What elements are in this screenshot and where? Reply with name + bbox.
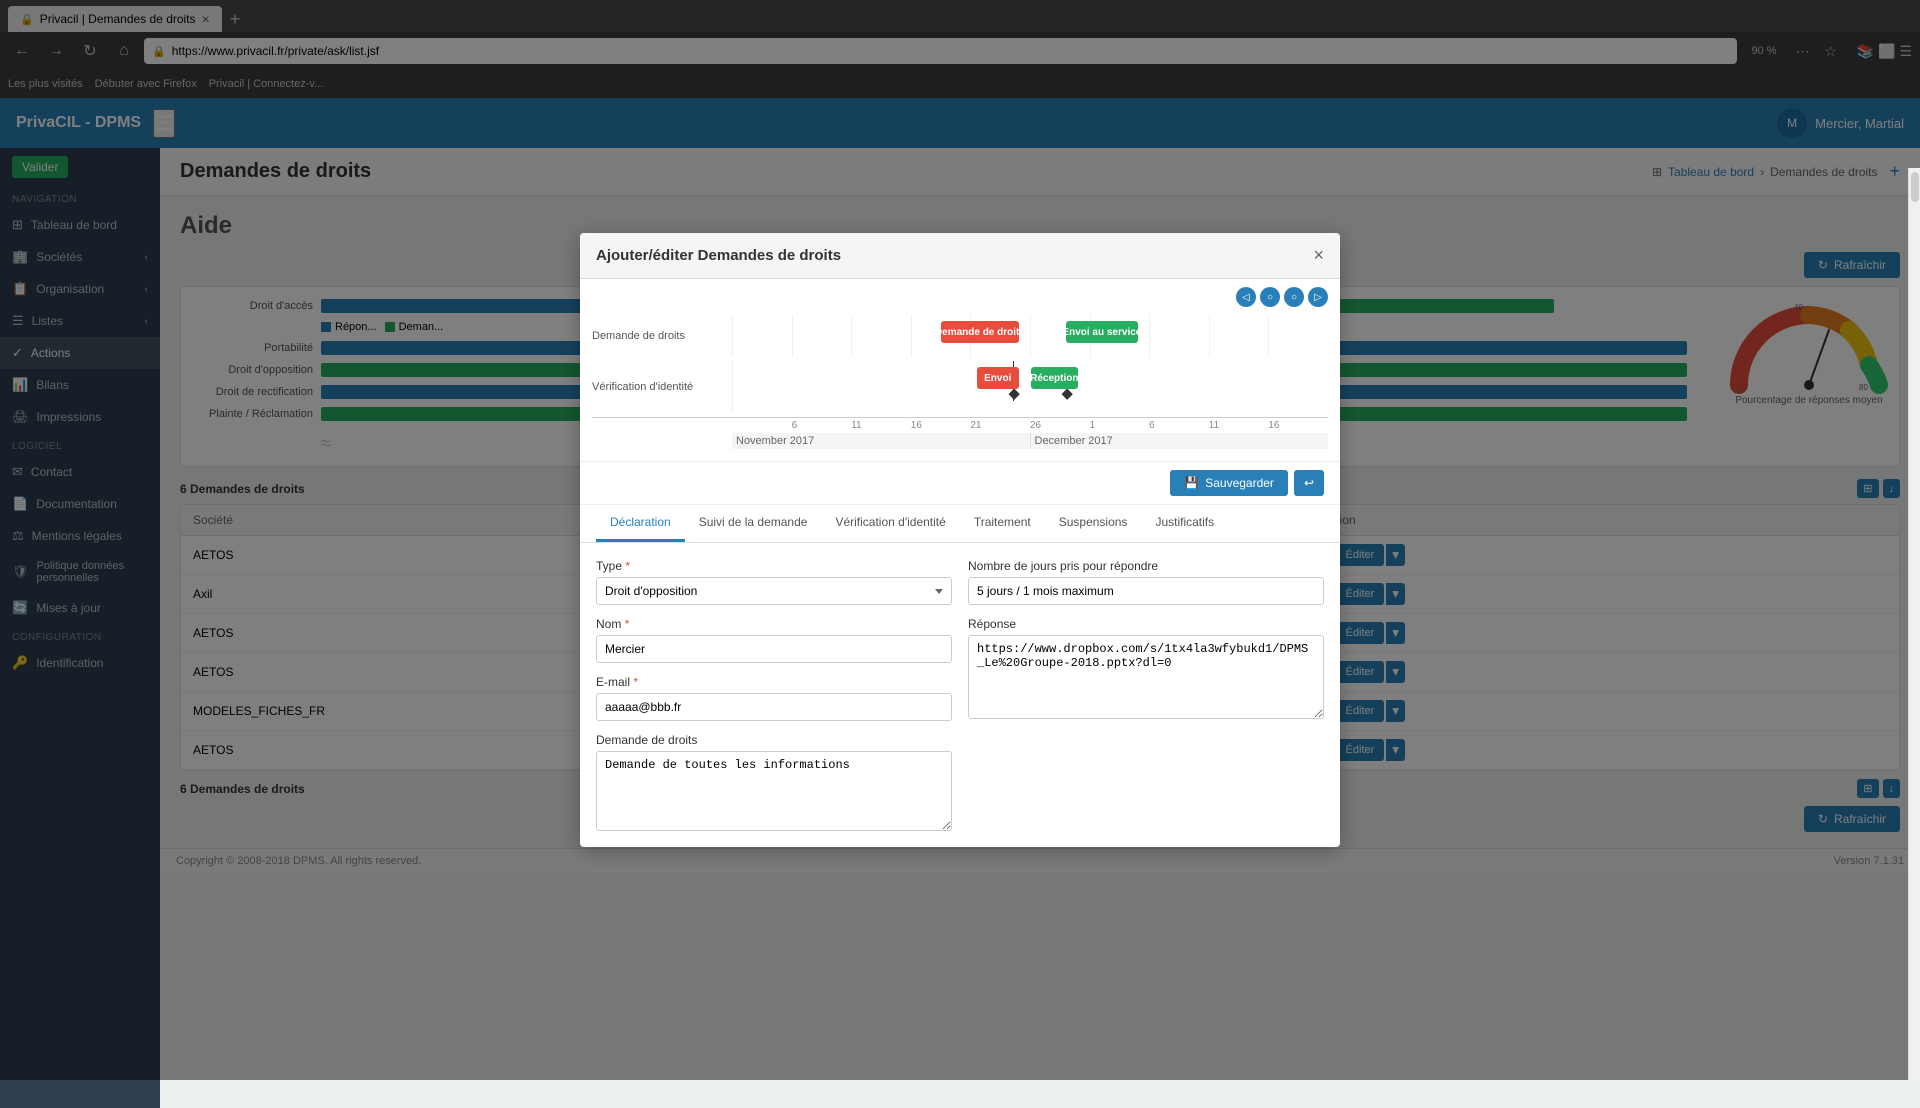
modal-tabs: Déclaration Suivi de la demande Vérifica… <box>580 505 1340 543</box>
gantt-marker-2 <box>1062 389 1073 400</box>
email-input[interactable] <box>596 693 952 721</box>
sauvegarder-label: Sauvegarder <box>1205 476 1274 490</box>
demande-textarea[interactable] <box>596 751 952 831</box>
gantt-row-1: Demande de droits <box>592 315 1328 357</box>
gantt-scroll-buttons: ◁ ○ ○ ▷ <box>1236 287 1328 307</box>
sauvegarder-button[interactable]: 💾 Sauvegarder <box>1170 470 1288 496</box>
axis-label-9: 16 <box>1268 418 1328 433</box>
gantt-timeline-1: Demande de droits Envoi au service <box>732 315 1328 357</box>
gantt-marker-1 <box>1008 389 1019 400</box>
form-group-demande: Demande de droits <box>596 733 952 831</box>
gantt-months: November 2017 December 2017 <box>592 433 1328 449</box>
nom-input[interactable] <box>596 635 952 663</box>
gantt-axis: 6 11 16 21 26 1 6 11 16 <box>592 417 1328 433</box>
tab-suspensions-label: Suspensions <box>1059 515 1128 529</box>
form-group-nb-jours: Nombre de jours pris pour répondre <box>968 559 1324 605</box>
email-label: E-mail * <box>596 675 952 689</box>
tab-suivi-label: Suivi de la demande <box>699 515 808 529</box>
tab-declaration-label: Déclaration <box>610 515 671 529</box>
modal-actions-row: 💾 Sauvegarder ↩ <box>580 462 1340 505</box>
form-group-reponse: Réponse <box>968 617 1324 719</box>
email-required: * <box>633 675 638 689</box>
tab-justificatifs-label: Justificatifs <box>1155 515 1214 529</box>
tab-traitement[interactable]: Traitement <box>960 505 1045 542</box>
tab-justificatifs[interactable]: Justificatifs <box>1141 505 1228 542</box>
reponse-label: Réponse <box>968 617 1324 631</box>
modal-overlay: Ajouter/éditer Demandes de droits × ◁ ○ … <box>0 0 1920 1080</box>
gantt-circle-2[interactable]: ○ <box>1284 287 1304 307</box>
back-button[interactable]: ↩ <box>1294 470 1324 496</box>
modal-form: Type * Droit d'opposition Droit d'accès … <box>580 543 1340 847</box>
demande-label: Demande de droits <box>596 733 952 747</box>
nom-required: * <box>625 617 630 631</box>
axis-label-4: 21 <box>970 418 1030 433</box>
tab-verification[interactable]: Vérification d'identité <box>821 505 959 542</box>
tab-verification-label: Vérification d'identité <box>835 515 945 529</box>
nom-label: Nom * <box>596 617 952 631</box>
tab-suivi[interactable]: Suivi de la demande <box>685 505 822 542</box>
gantt-area: ◁ ○ ○ ▷ Demande de droits <box>580 279 1340 462</box>
gantt-label-2: Vérification d'identité <box>592 377 732 397</box>
axis-label-3: 16 <box>911 418 971 433</box>
gantt-bar-envoi2: Envoi <box>977 367 1019 389</box>
save-icon: 💾 <box>1184 476 1199 490</box>
nb-jours-input[interactable] <box>968 577 1324 605</box>
form-group-email: E-mail * <box>596 675 952 721</box>
axis-label-5: 26 <box>1030 418 1090 433</box>
gantt-bar-reception: Réception <box>1031 367 1079 389</box>
tab-traitement-label: Traitement <box>974 515 1031 529</box>
gantt-scroll-right[interactable]: ▷ <box>1308 287 1328 307</box>
form-group-type: Type * Droit d'opposition Droit d'accès … <box>596 559 952 605</box>
tab-declaration[interactable]: Déclaration <box>596 505 685 542</box>
axis-label-2: 11 <box>851 418 911 433</box>
axis-label-6: 1 <box>1090 418 1150 433</box>
axis-label-7: 6 <box>1149 418 1209 433</box>
modal-close-button[interactable]: × <box>1313 245 1324 266</box>
nb-jours-label: Nombre de jours pris pour répondre <box>968 559 1324 573</box>
gantt-bar-demande: Demande de droits <box>941 321 1018 343</box>
gantt-scroll-left[interactable]: ◁ <box>1236 287 1256 307</box>
gantt-row-2: Vérification d'identité Envoi Réception <box>592 361 1328 413</box>
modal-header: Ajouter/éditer Demandes de droits × <box>580 233 1340 279</box>
type-select[interactable]: Droit d'opposition Droit d'accès Portabi… <box>596 577 952 605</box>
form-group-nom: Nom * <box>596 617 952 663</box>
gantt-label-1: Demande de droits <box>592 326 732 346</box>
modal-body: ◁ ○ ○ ▷ Demande de droits <box>580 279 1340 847</box>
tab-suspensions[interactable]: Suspensions <box>1045 505 1142 542</box>
gantt-circle-1[interactable]: ○ <box>1260 287 1280 307</box>
axis-label-8: 11 <box>1209 418 1269 433</box>
modal: Ajouter/éditer Demandes de droits × ◁ ○ … <box>580 233 1340 847</box>
type-required: * <box>625 559 630 573</box>
axis-label-1: 6 <box>792 418 852 433</box>
reponse-textarea[interactable] <box>968 635 1324 719</box>
axis-label-0 <box>732 418 792 433</box>
month-nov: November 2017 <box>732 433 1031 449</box>
month-dec: December 2017 <box>1031 433 1329 449</box>
modal-title: Ajouter/éditer Demandes de droits <box>596 247 841 264</box>
gantt-timeline-2: Envoi Réception <box>732 361 1328 413</box>
type-label: Type * <box>596 559 952 573</box>
gantt-bar-envoi: Envoi au service <box>1066 321 1137 343</box>
